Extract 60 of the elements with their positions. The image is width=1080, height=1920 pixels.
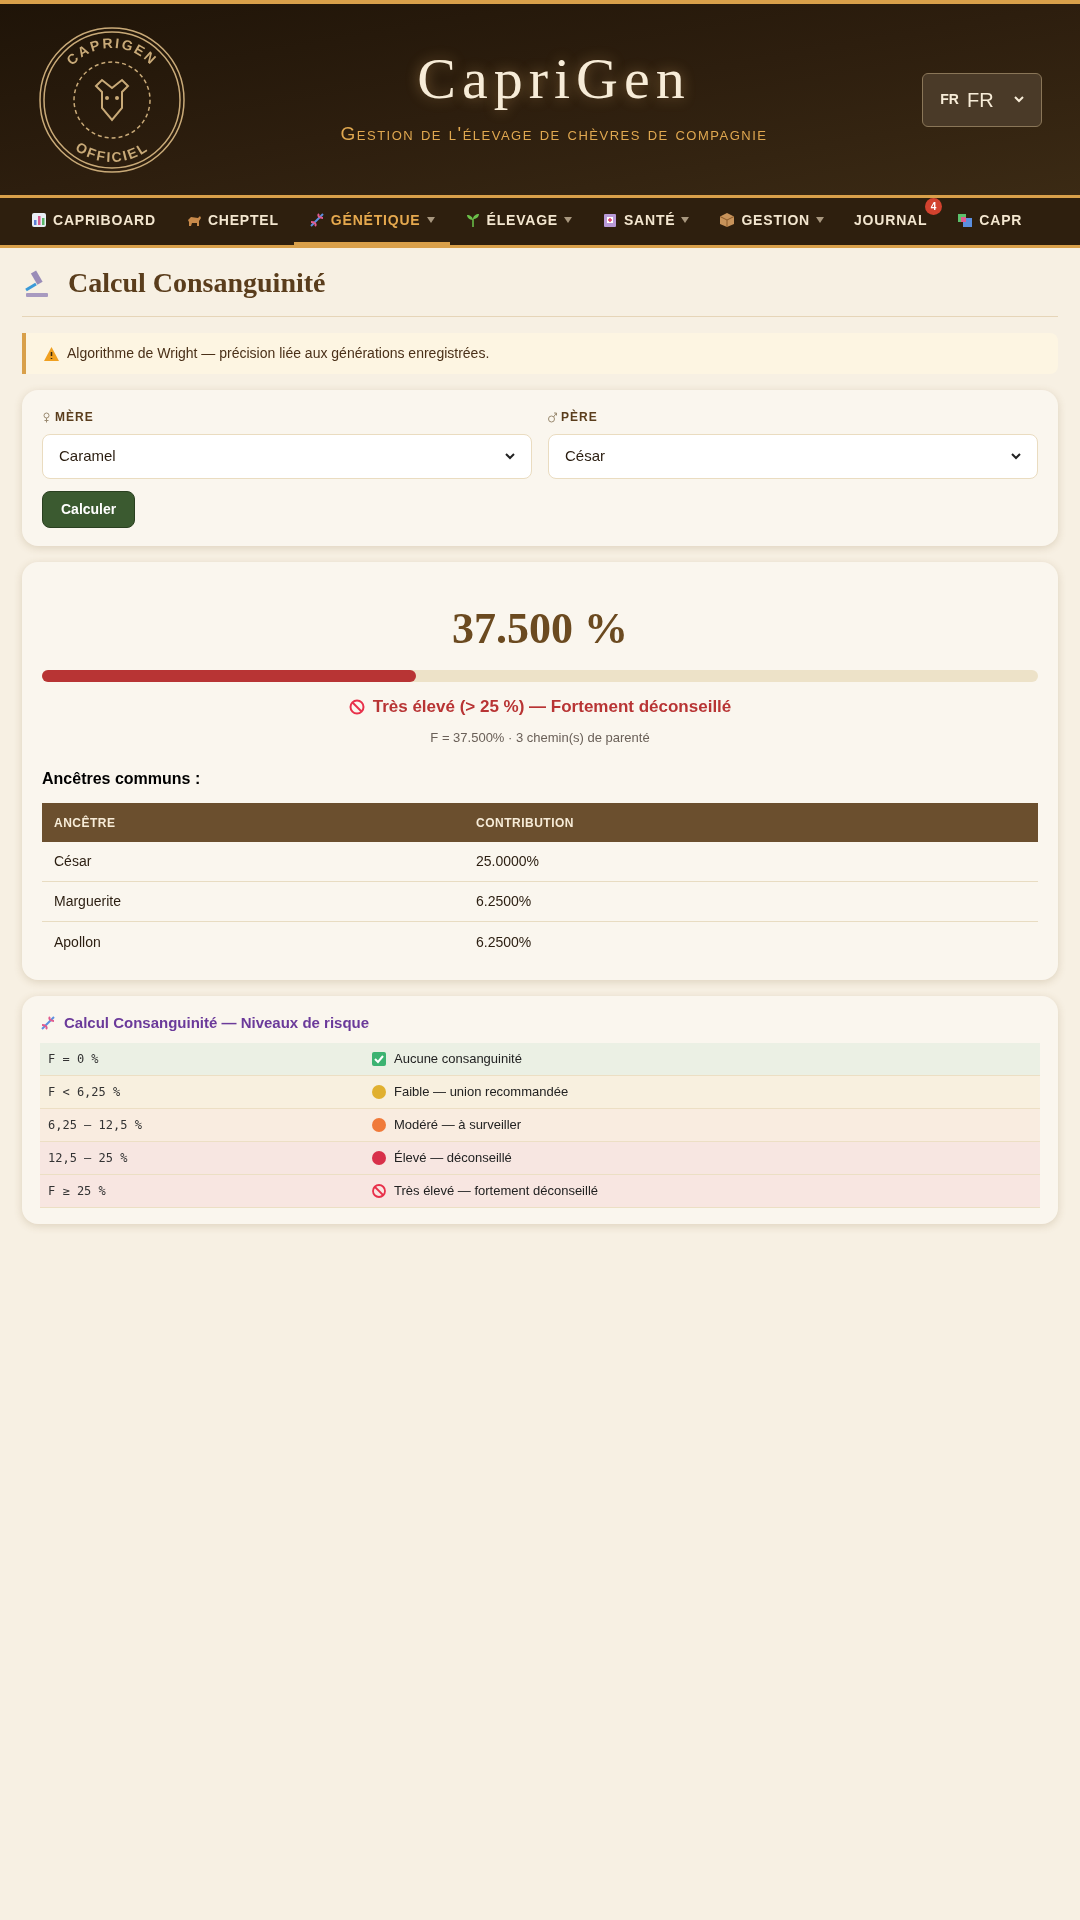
nav-tab[interactable]: CHEPTEL [170, 198, 294, 245]
page-title: Calcul Consanguinité [68, 266, 326, 300]
prohibited-icon [348, 698, 365, 715]
range-text: 12,5 – 25 % [47, 1149, 129, 1167]
chevron-down-icon [1011, 453, 1021, 460]
column-header: ANCÊTRE [42, 803, 464, 842]
caret-icon [426, 217, 435, 223]
risk-table-title: Calcul Consanguinité — Niveaux de risque [64, 1013, 370, 1033]
select-field[interactable]: Caramel [42, 434, 532, 479]
field-label: PÈRE [561, 408, 598, 426]
risk-label: Aucune consanguinité [394, 1049, 522, 1068]
male-sign-icon [548, 411, 557, 423]
range-text: F ≥ 25 % [47, 1182, 107, 1200]
calculate-button[interactable]: Calculer [42, 491, 136, 528]
app-subtitle: Gestion de l'élevage de chèvres de compagnie [340, 122, 768, 147]
caret-icon [681, 217, 690, 223]
language-select[interactable]: FR FR [922, 72, 1042, 127]
range-text: F < 6,25 % [47, 1083, 122, 1101]
risk-label: Faible — union recommandée [394, 1082, 569, 1101]
coefficient-value: 37.500 % [452, 603, 628, 655]
table-cell: 25.0000% [464, 842, 1038, 882]
caret-icon [816, 217, 825, 223]
risk-label: Modéré — à surveiller [394, 1115, 522, 1134]
range-text: F = 0 % [47, 1050, 100, 1068]
ancestors-heading: Ancêtres communs : [42, 769, 202, 789]
table-cell: 6.2500% [464, 882, 1038, 922]
nav-tab[interactable]: JOURNAL 4 [839, 198, 943, 245]
column-header: CONTRIBUTION [464, 803, 1038, 842]
nav-tab[interactable]: ÉLEVAGE [449, 198, 587, 245]
warning-icon [44, 346, 59, 361]
table-cell-text: 6.2500% [475, 932, 533, 952]
risk-label: Élevé — déconseillé [394, 1148, 512, 1167]
select-field[interactable]: César [548, 434, 1038, 479]
bar-chart-icon [31, 212, 47, 228]
female-sign-icon [42, 411, 51, 423]
table-cell-text: Apollon [53, 932, 102, 952]
chevron-down-icon [1013, 96, 1024, 103]
nav-tab[interactable]: GÉNÉTIQUE [293, 198, 450, 245]
caret-icon [563, 217, 572, 223]
nav-tab[interactable]: SANTÉ [586, 198, 705, 245]
risk-verdict: Très élevé (> 25 %) — Fortement déconseillé [372, 696, 732, 718]
nav-tab[interactable]: CAPR [942, 198, 1038, 245]
field-label: MÈRE [55, 408, 94, 426]
notification-badge: 4 [925, 198, 943, 215]
app-title: CapriGen [417, 50, 691, 109]
package-icon [719, 212, 736, 228]
table-cell: César [42, 842, 464, 882]
dna-icon [308, 212, 325, 228]
dna-icon [40, 1015, 56, 1032]
table-cell: Marguerite [42, 882, 464, 922]
clipboard-icon [601, 212, 618, 228]
chevron-down-icon [505, 453, 515, 460]
blocks-icon [957, 212, 974, 228]
nav-tab[interactable]: GESTION [704, 198, 840, 245]
range-text: 6,25 – 12,5 % [47, 1116, 143, 1134]
alert-text: Algorithme de Wright — précision liée aux générations enregistrées. [67, 344, 490, 363]
nav-tab[interactable]: CAPRIBOARD [16, 198, 171, 245]
seedling-icon [464, 212, 481, 228]
risk-label: Très élevé — fortement déconseillé [394, 1181, 598, 1200]
coefficient-detail: F = 37.500% · 3 chemin(s) de parenté [430, 728, 650, 747]
